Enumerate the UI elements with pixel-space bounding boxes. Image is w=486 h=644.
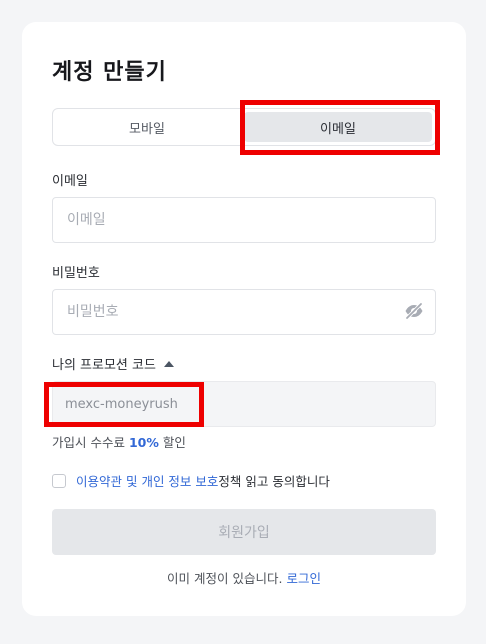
signup-card: 계정 만들기 모바일 이메일 이메일 비밀번호 나의 프로모션 코드 mexc-… — [22, 22, 466, 616]
promo-discount-note: 가입시 수수료 10% 할인 — [52, 432, 186, 451]
password-label: 비밀번호 — [52, 266, 100, 281]
terms-text: 정책 읽고 동의합니다 — [218, 474, 330, 489]
login-link[interactable]: 로그인 — [286, 571, 321, 586]
promo-code-value: mexc-moneyrush — [65, 396, 178, 412]
terms-checkbox[interactable] — [52, 473, 66, 488]
signup-button[interactable]: 회원가입 — [52, 509, 436, 555]
promo-note-prefix: 가입시 수수료 — [52, 435, 129, 450]
promo-code-label: 나의 프로모션 코드 — [52, 358, 156, 373]
tab-mobile[interactable]: 모바일 — [53, 109, 241, 145]
promo-code-toggle[interactable]: 나의 프로모션 코드 — [52, 354, 174, 373]
promo-code-field: mexc-moneyrush — [52, 381, 436, 427]
page-title: 계정 만들기 — [52, 60, 167, 85]
promo-note-percent: 10% — [128, 435, 159, 450]
terms-link[interactable]: 이용약관 및 개인 정보 보호 — [76, 471, 218, 490]
email-label: 이메일 — [52, 174, 88, 189]
login-prompt: 이미 계정이 있습니다. 로그인 — [22, 568, 466, 587]
login-prompt-text: 이미 계정이 있습니다. — [167, 571, 287, 586]
terms-agreement: 이용약관 및 개인 정보 보호 정책 읽고 동의합니다 — [52, 471, 330, 490]
eye-slash-icon[interactable] — [404, 301, 424, 321]
password-field[interactable] — [52, 289, 436, 335]
tab-email[interactable]: 이메일 — [244, 112, 432, 142]
caret-up-icon — [163, 360, 174, 367]
signup-method-tabs: 모바일 이메일 — [52, 108, 436, 146]
promo-note-suffix: 할인 — [158, 435, 186, 450]
email-field[interactable] — [52, 197, 436, 243]
